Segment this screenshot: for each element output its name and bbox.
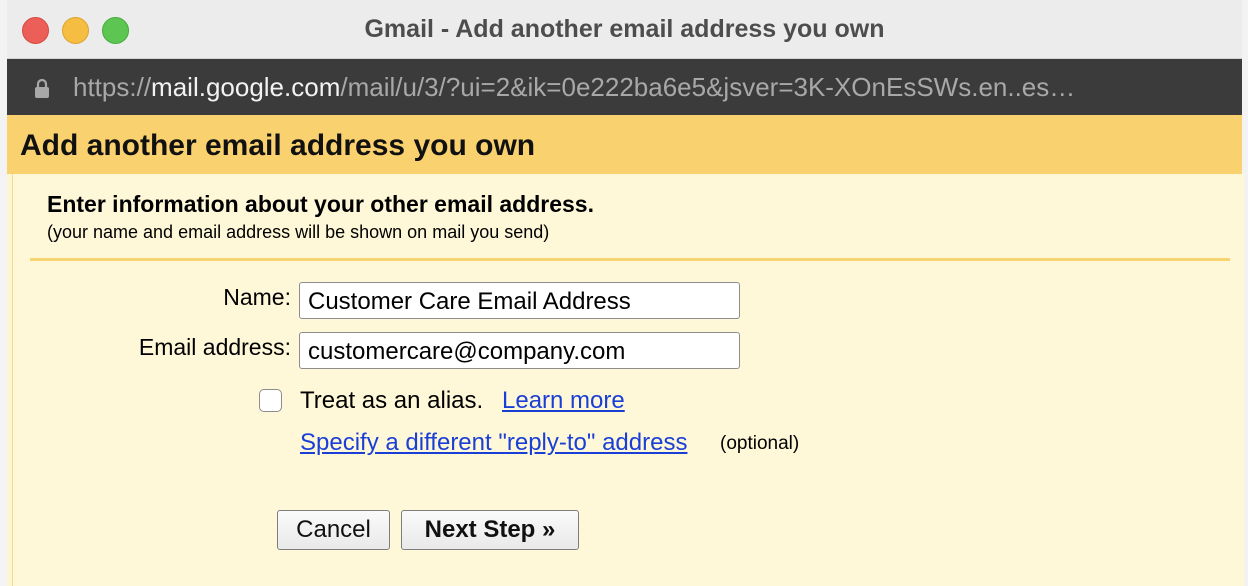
learn-more-link[interactable]: Learn more <box>502 387 625 415</box>
intro-heading: Enter information about your other email… <box>47 191 594 217</box>
alias-checkbox[interactable] <box>259 389 282 412</box>
email-input[interactable]: customercare@company.com <box>299 332 740 369</box>
window-titlebar: Gmail - Add another email address you ow… <box>7 0 1242 59</box>
dialog-header: Add another email address you own <box>7 115 1242 174</box>
lock-icon <box>35 78 49 98</box>
background-page-left-edge <box>0 0 7 586</box>
intro-subtitle: (your name and email address will be sho… <box>47 222 550 242</box>
alias-label: Treat as an alias. <box>300 387 484 414</box>
section-divider <box>30 258 1230 261</box>
email-label: Email address: <box>138 334 291 360</box>
optional-note: (optional) <box>720 433 800 454</box>
name-input[interactable]: Customer Care Email Address <box>299 282 740 319</box>
url-scheme: https:// <box>73 72 152 102</box>
name-label: Name: <box>223 284 291 310</box>
dialog-title: Add another email address you own <box>20 129 536 162</box>
window-title: Gmail - Add another email address you ow… <box>364 15 885 43</box>
next-step-button[interactable]: Next Step » <box>401 510 579 550</box>
address-bar[interactable]: https://mail.google.com/mail/u/3/?ui=2&i… <box>7 59 1242 115</box>
reply-to-link[interactable]: Specify a different "reply-to" address <box>300 429 687 457</box>
page-url[interactable]: https://mail.google.com/mail/u/3/?ui=2&i… <box>73 59 1214 115</box>
url-host: mail.google.com <box>151 72 341 102</box>
dialog-body: Enter information about your other email… <box>12 174 1244 586</box>
url-path: /mail/u/3/?ui=2&ik=0e222ba6e5&jsver=3K-X… <box>340 72 1076 102</box>
cancel-button[interactable]: Cancel <box>277 510 390 550</box>
